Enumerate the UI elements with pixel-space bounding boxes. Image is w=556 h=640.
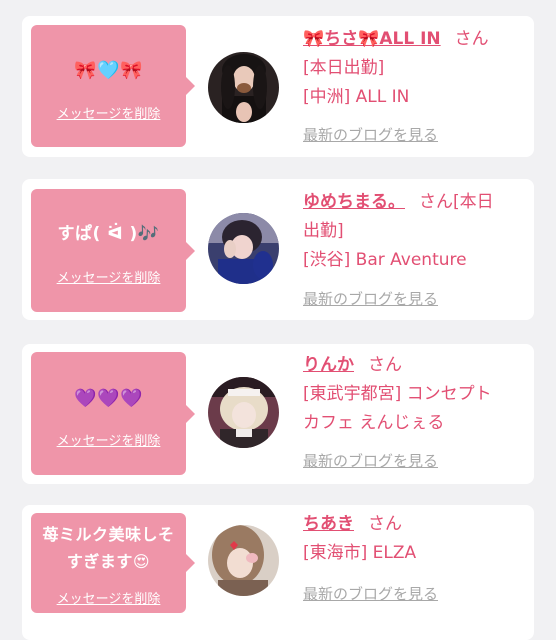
message-text: 💜💜💜 (74, 388, 143, 409)
shop-name: [中洲] ALL IN (303, 87, 410, 107)
cast-name-link[interactable]: ゆめちまる。 (303, 192, 405, 212)
delete-message-link[interactable]: メッセージを削除 (31, 588, 186, 607)
latest-blog-link[interactable]: 最新のブログを見る (303, 288, 438, 309)
latest-blog-link[interactable]: 最新のブログを見る (303, 450, 438, 471)
message-text-line1: 苺ミルク美味しそ (42, 525, 175, 544)
message-card: 🎀🩵🎀 メッセージを削除 🎀ちさ🎀ALL IN さん [本日出勤] [中洲] AL… (22, 16, 534, 157)
message-text: 🎀🩵🎀 (74, 60, 143, 81)
latest-blog-link[interactable]: 最新のブログを見る (303, 124, 438, 145)
message-text-line2: すぎます😍 (66, 552, 151, 571)
cast-name-link[interactable]: 🎀ちさ🎀ALL IN (303, 29, 441, 49)
latest-blog-link[interactable]: 最新のブログを見る (303, 583, 438, 604)
work-status: 出勤] (303, 221, 344, 241)
honorific: さん (368, 514, 402, 534)
message-card: すぱ( ᐛ )🎶 メッセージを削除 ゆめちまる。 さん[本日 出勤] [渋谷] B… (22, 179, 534, 320)
avatar[interactable] (208, 52, 279, 123)
cast-info: りんか さん [東武宇都宮] コンセプト カフェ えんじぇる (303, 351, 529, 438)
message-text: すぱ( ᐛ )🎶 (57, 224, 160, 244)
message-bubble: 🎀🩵🎀 メッセージを削除 (31, 25, 195, 147)
message-card: 💜💜💜 メッセージを削除 りんか さん [東武宇都宮] コンセプト カフェ えんじ… (22, 344, 534, 484)
shop-name-cont: カフェ えんじぇる (303, 413, 445, 433)
message-bubble: すぱ( ᐛ )🎶 メッセージを削除 (31, 189, 195, 312)
message-card: 苺ミルク美味しそ すぎます😍 メッセージを削除 ちあき さん [東海市] ELZA… (22, 505, 534, 640)
shop-name: [東武宇都宮] コンセプト (303, 384, 492, 404)
cast-info: ちあき さん [東海市] ELZA (303, 510, 529, 568)
delete-message-link[interactable]: メッセージを削除 (31, 267, 186, 286)
cast-name-link[interactable]: ちあき (303, 514, 354, 534)
shop-name: [渋谷] Bar Aventure (303, 250, 467, 270)
avatar[interactable] (208, 525, 279, 596)
cast-info: 🎀ちさ🎀ALL IN さん [本日出勤] [中洲] ALL IN (303, 25, 529, 112)
honorific: さん (368, 355, 402, 375)
message-bubble: 苺ミルク美味しそ すぎます😍 メッセージを削除 (31, 513, 195, 613)
avatar[interactable] (208, 377, 279, 448)
delete-message-link[interactable]: メッセージを削除 (31, 103, 186, 122)
cast-name-link[interactable]: りんか (303, 355, 354, 375)
honorific: さん[本日 (419, 192, 494, 212)
avatar[interactable] (208, 213, 279, 284)
shop-name: [東海市] ELZA (303, 543, 417, 563)
message-bubble: 💜💜💜 メッセージを削除 (31, 352, 195, 475)
delete-message-link[interactable]: メッセージを削除 (31, 430, 186, 449)
cast-info: ゆめちまる。 さん[本日 出勤] [渋谷] Bar Aventure (303, 188, 529, 275)
work-status: [本日出勤] (303, 58, 385, 78)
honorific: さん (454, 29, 489, 49)
